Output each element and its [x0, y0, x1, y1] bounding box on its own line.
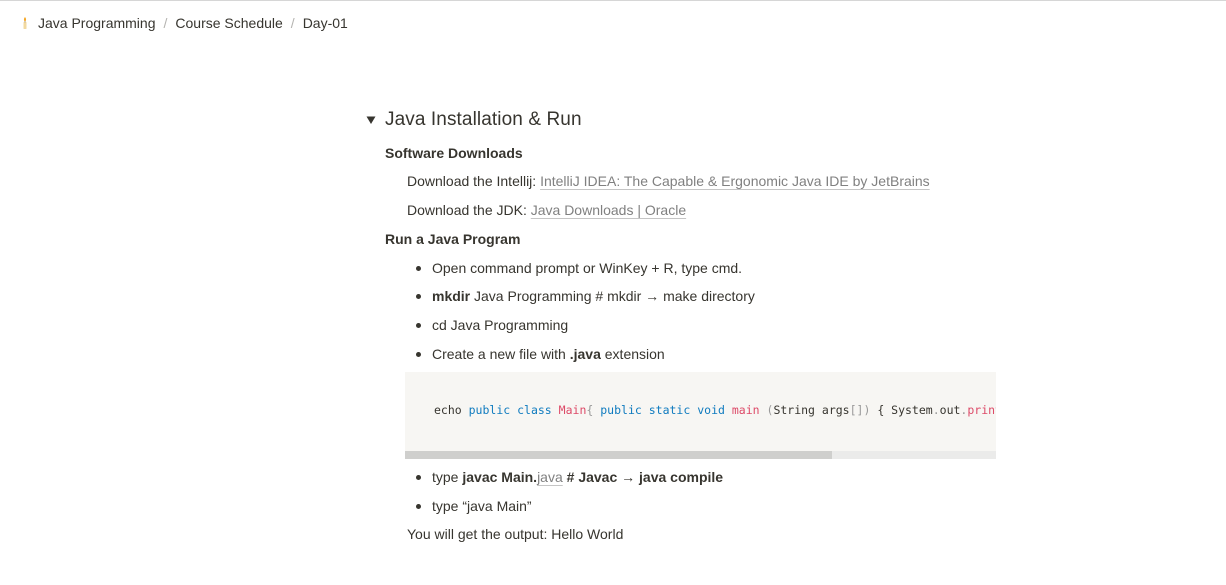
- breadcrumb-separator: /: [163, 15, 168, 31]
- list-item-bold: javac Main.: [462, 469, 538, 485]
- code-token: { System: [870, 403, 933, 417]
- toggle-caret-icon[interactable]: [362, 111, 380, 129]
- code-block[interactable]: echo public class Main{ public static vo…: [405, 372, 996, 459]
- output-text: You will get the output: Hello World: [407, 526, 624, 542]
- toggle-title: Java Installation & Run: [385, 109, 582, 130]
- breadcrumb: Java Programming / Course Schedule / Day…: [12, 13, 354, 33]
- list-item: type javac Main.java # Javac → java comp…: [432, 469, 723, 485]
- jdk-link[interactable]: Java Downloads | Oracle: [531, 202, 686, 218]
- breadcrumb-separator: /: [290, 15, 295, 31]
- breadcrumb-label: Day-01: [302, 15, 348, 31]
- bullet-dot-icon: [416, 323, 421, 328]
- code-keyword: void: [697, 403, 725, 417]
- code-token: out: [939, 403, 961, 417]
- scrollbar-thumb[interactable]: [405, 451, 832, 459]
- download-intellij-prefix: Download the Intellij:: [407, 173, 541, 189]
- code-punctuation: []): [849, 403, 871, 417]
- bullet-dot-icon: [416, 352, 421, 357]
- list-item-text: type: [432, 469, 463, 485]
- code-keyword: public: [468, 403, 511, 417]
- list-item-bold: .java: [569, 346, 601, 362]
- list-item-text: extension: [600, 346, 665, 362]
- intellij-link[interactable]: IntelliJ IDEA: The Capable & Ergonomic J…: [540, 173, 930, 189]
- list-item-bold: mkdir: [432, 288, 471, 304]
- breadcrumb-item-day-01[interactable]: Day-01: [297, 13, 354, 33]
- java-link[interactable]: java: [537, 469, 563, 485]
- top-bar: Java Programming / Course Schedule / Day…: [0, 1, 1226, 45]
- section-heading-software-downloads: Software Downloads: [385, 145, 523, 161]
- list-item: mkdir Java Programming # mkdir → make di…: [432, 288, 755, 304]
- candle-icon: [18, 16, 32, 30]
- breadcrumb-label: Java Programming: [38, 15, 156, 31]
- breadcrumb-item-course-schedule[interactable]: Course Schedule: [169, 13, 288, 33]
- list-item: Create a new file with .java extension: [432, 346, 665, 362]
- list-item-text: Java Programming # mkdir → make director…: [470, 288, 755, 304]
- bullet-dot-icon: [416, 475, 421, 480]
- code-punctuation: .: [932, 403, 940, 417]
- horizontal-scrollbar[interactable]: [405, 451, 996, 459]
- code-keyword: class: [517, 403, 552, 417]
- download-jdk-prefix: Download the JDK:: [407, 202, 531, 218]
- code-function-name: println: [967, 403, 996, 417]
- code-line: echo public class Main{ public static vo…: [434, 403, 996, 417]
- code-token: String args: [773, 403, 850, 417]
- code-token: echo: [434, 403, 469, 417]
- code-function-name: main: [731, 403, 760, 417]
- download-intellij-line: Download the Intellij: IntelliJ IDEA: Th…: [407, 173, 930, 189]
- list-item: Open command prompt or WinKey + R, type …: [432, 260, 743, 276]
- bullet-dot-icon: [416, 266, 421, 271]
- list-item: type “java Main”: [432, 498, 532, 514]
- download-jdk-line: Download the JDK: Java Downloads | Oracl…: [407, 202, 686, 218]
- section-heading-run-java: Run a Java Program: [385, 231, 521, 247]
- code-keyword: static: [648, 403, 691, 417]
- list-item-bold: # Javac → java compile: [562, 469, 724, 485]
- bullet-dot-icon: [416, 504, 421, 509]
- toggle-heading: Java Installation & Run: [362, 109, 582, 131]
- list-item: cd Java Programming: [432, 317, 569, 333]
- breadcrumb-item-java-programming[interactable]: Java Programming: [12, 13, 162, 33]
- code-keyword: public: [600, 403, 642, 417]
- breadcrumb-label: Course Schedule: [175, 15, 283, 31]
- list-item-text: Create a new file with: [432, 346, 570, 362]
- bullet-dot-icon: [416, 294, 421, 299]
- code-class-name: Main: [558, 403, 587, 417]
